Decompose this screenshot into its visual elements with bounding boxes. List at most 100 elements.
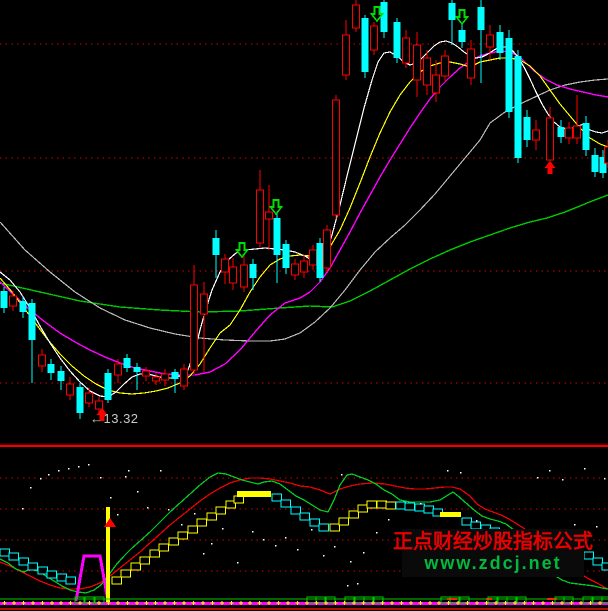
candle-down bbox=[105, 373, 112, 400]
candle-down bbox=[449, 3, 456, 20]
candle-up bbox=[257, 190, 264, 243]
ladder-box bbox=[462, 518, 472, 525]
indicator-dot bbox=[596, 526, 598, 528]
ladder-box bbox=[377, 501, 387, 508]
indicator-dot bbox=[211, 543, 213, 545]
indicator-dot bbox=[420, 503, 422, 505]
candle-up bbox=[533, 130, 540, 140]
candle-up bbox=[162, 374, 169, 380]
watermark-url: www.zdcj.net bbox=[424, 554, 561, 573]
indicator-dot bbox=[460, 472, 462, 474]
indicator-dot bbox=[168, 509, 170, 511]
ladder-box bbox=[38, 567, 48, 574]
candle-down bbox=[459, 30, 466, 42]
candle-up bbox=[433, 75, 440, 93]
sell-arrow-icon bbox=[237, 243, 248, 257]
candle-up bbox=[468, 49, 475, 78]
ladder-box bbox=[28, 563, 38, 570]
ladder-box bbox=[66, 577, 76, 584]
indicator-dot bbox=[22, 508, 24, 510]
indicator-dot bbox=[275, 545, 277, 547]
indicator-dot bbox=[125, 476, 127, 478]
indicator-dot bbox=[323, 555, 325, 557]
candle-up bbox=[201, 294, 208, 314]
ladder-box bbox=[140, 557, 150, 564]
ladder-box bbox=[593, 558, 603, 565]
candle-down bbox=[124, 358, 131, 368]
indicator-dot bbox=[347, 585, 349, 587]
indicator-dot bbox=[160, 470, 162, 472]
ladder-box bbox=[319, 524, 329, 531]
candle-up bbox=[324, 230, 331, 268]
candle-down bbox=[583, 123, 590, 150]
candle-up bbox=[333, 100, 340, 215]
ladder-box bbox=[300, 513, 310, 520]
ladder-box bbox=[9, 553, 19, 560]
ladder-box bbox=[339, 518, 349, 525]
buy-arrow-icon bbox=[545, 161, 556, 174]
candle-up bbox=[39, 355, 46, 366]
indicator-dot bbox=[297, 549, 299, 551]
candle-up bbox=[96, 401, 103, 409]
indicator-dot bbox=[584, 468, 586, 470]
candle-up bbox=[10, 296, 17, 306]
ladder-box bbox=[358, 505, 368, 512]
ladder-box bbox=[19, 558, 29, 565]
ladder-box bbox=[0, 549, 10, 556]
candle-down bbox=[478, 7, 485, 30]
stock-chart-window: ←13.32 正点财经炒股指标公式 www.zdcj.net bbox=[0, 0, 608, 611]
sell-arrow-icon bbox=[457, 10, 468, 24]
candle-down bbox=[381, 2, 388, 32]
candle-down bbox=[524, 117, 531, 140]
price-annotation: ←13.32 bbox=[90, 411, 139, 426]
ladder-box bbox=[291, 507, 301, 514]
ladder-box bbox=[349, 511, 359, 518]
candle-up bbox=[605, 147, 608, 163]
ladder-box bbox=[197, 519, 207, 526]
ladder-box bbox=[178, 532, 188, 539]
candle-up bbox=[414, 45, 421, 80]
indicator-dot bbox=[117, 514, 119, 516]
candle-up bbox=[343, 35, 350, 75]
indicator-dot bbox=[222, 528, 224, 530]
chart-canvas[interactable] bbox=[0, 0, 608, 611]
candle-down bbox=[29, 303, 36, 340]
indicator-dot bbox=[128, 470, 130, 472]
ladder-box bbox=[47, 571, 57, 578]
candle-down bbox=[20, 301, 27, 312]
indicator-dot bbox=[100, 477, 102, 479]
indicator-dot bbox=[447, 470, 449, 472]
candle-down bbox=[506, 38, 513, 112]
candle-up bbox=[241, 265, 248, 287]
candle-up bbox=[301, 261, 308, 272]
ladder-box bbox=[272, 494, 282, 501]
ladder-box bbox=[367, 501, 377, 508]
ladder-box bbox=[310, 519, 320, 526]
candle-up bbox=[292, 264, 299, 275]
candle-up bbox=[191, 285, 198, 370]
indicator-dot bbox=[376, 532, 378, 534]
candle-up bbox=[403, 38, 410, 63]
candle-up bbox=[181, 369, 188, 386]
candle-down bbox=[1, 291, 8, 308]
candle-up bbox=[230, 267, 237, 283]
candle-up bbox=[266, 212, 273, 219]
candle-down bbox=[317, 243, 324, 278]
candle-down bbox=[515, 56, 522, 158]
indicator-dot bbox=[562, 479, 564, 481]
indicator-dot bbox=[537, 477, 539, 479]
indicator-dot bbox=[40, 478, 42, 480]
ladder-box bbox=[386, 502, 396, 509]
ladder-box bbox=[121, 570, 131, 577]
signal-trapezoid bbox=[76, 556, 108, 601]
indicator-dot bbox=[252, 531, 254, 533]
candle-down bbox=[172, 372, 179, 379]
indicator-dot bbox=[30, 487, 32, 489]
indicator-dot bbox=[203, 553, 205, 555]
candle-down bbox=[250, 264, 257, 278]
candle-up bbox=[86, 393, 93, 403]
ladder-box bbox=[150, 550, 160, 557]
indicator-dot bbox=[237, 562, 239, 564]
candle-up bbox=[353, 5, 360, 28]
ladder-bar bbox=[237, 491, 271, 497]
